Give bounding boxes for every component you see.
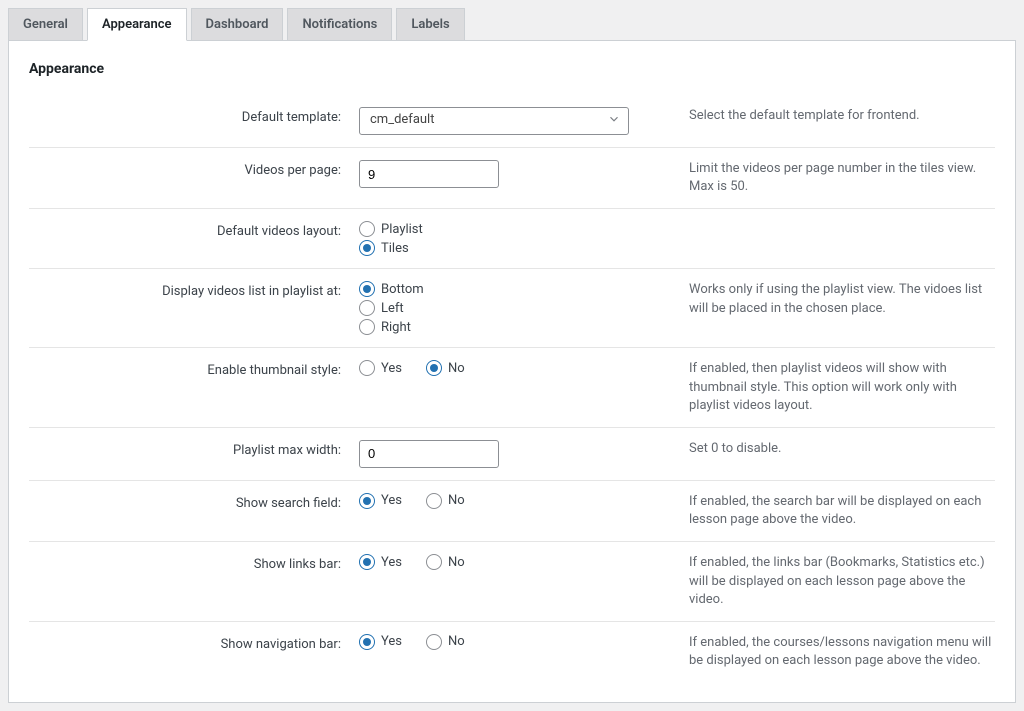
show-search-desc: If enabled, the search bar will be displ…: [659, 493, 995, 529]
display-list-at-desc: Works only if using the playlist view. T…: [659, 281, 995, 317]
listat-right-option[interactable]: Right: [359, 319, 659, 335]
search-yes-option[interactable]: Yes: [359, 493, 402, 509]
search-yes-text: Yes: [381, 493, 402, 508]
row-display-list-at: Display videos list in playlist at: Bott…: [29, 269, 995, 348]
appearance-panel: Appearance Default template: cm_default …: [8, 41, 1016, 703]
row-default-template: Default template: cm_default Select the …: [29, 95, 995, 148]
thumbnail-yes-text: Yes: [381, 361, 402, 376]
display-list-at-label: Display videos list in playlist at:: [29, 281, 359, 299]
settings-page: General Appearance Dashboard Notificatio…: [0, 0, 1024, 711]
enable-thumbnail-label: Enable thumbnail style:: [29, 360, 359, 378]
playlist-width-desc: Set 0 to disable.: [659, 440, 995, 458]
layout-tiles-option[interactable]: Tiles: [359, 240, 659, 256]
layout-tiles-text: Tiles: [381, 241, 409, 256]
show-search-label: Show search field:: [29, 493, 359, 511]
listat-left-radio[interactable]: [359, 300, 375, 316]
listat-bottom-option[interactable]: Bottom: [359, 281, 659, 297]
nav-yes-text: Yes: [381, 634, 402, 649]
playlist-width-input[interactable]: [359, 440, 499, 468]
nav-no-radio[interactable]: [426, 634, 442, 650]
listat-right-radio[interactable]: [359, 319, 375, 335]
nav-yes-option[interactable]: Yes: [359, 634, 402, 650]
thumbnail-yes-radio[interactable]: [359, 360, 375, 376]
thumbnail-no-radio[interactable]: [426, 360, 442, 376]
panel-title: Appearance: [29, 61, 995, 77]
nav-no-text: No: [448, 634, 465, 649]
listat-right-text: Right: [381, 320, 411, 335]
tab-labels[interactable]: Labels: [396, 8, 464, 40]
nav-yes-radio[interactable]: [359, 634, 375, 650]
row-show-search: Show search field: Yes No If enabled, th…: [29, 481, 995, 542]
row-show-links: Show links bar: Yes No If enabled, the l…: [29, 542, 995, 622]
show-links-desc: If enabled, the links bar (Bookmarks, St…: [659, 554, 995, 609]
tab-dashboard[interactable]: Dashboard: [191, 8, 284, 40]
links-yes-text: Yes: [381, 555, 402, 570]
row-default-layout: Default videos layout: Playlist Tiles: [29, 209, 995, 269]
search-no-option[interactable]: No: [426, 493, 465, 509]
links-no-option[interactable]: No: [426, 554, 465, 570]
row-show-nav: Show navigation bar: Yes No If enabled, …: [29, 622, 995, 682]
row-enable-thumbnail: Enable thumbnail style: Yes No If enable…: [29, 348, 995, 428]
layout-playlist-option[interactable]: Playlist: [359, 221, 659, 237]
listat-bottom-text: Bottom: [381, 282, 424, 297]
videos-per-page-label: Videos per page:: [29, 160, 359, 178]
enable-thumbnail-desc: If enabled, then playlist videos will sh…: [659, 360, 995, 415]
row-playlist-width: Playlist max width: Set 0 to disable.: [29, 428, 995, 481]
tab-appearance[interactable]: Appearance: [87, 8, 187, 41]
search-yes-radio[interactable]: [359, 493, 375, 509]
default-template-select[interactable]: cm_default: [359, 107, 629, 135]
default-template-label: Default template:: [29, 107, 359, 125]
default-layout-label: Default videos layout:: [29, 221, 359, 239]
default-template-desc: Select the default template for frontend…: [659, 107, 995, 125]
tabs-bar: General Appearance Dashboard Notificatio…: [8, 8, 1016, 41]
show-links-label: Show links bar:: [29, 554, 359, 572]
thumbnail-no-option[interactable]: No: [426, 360, 465, 376]
layout-playlist-radio[interactable]: [359, 221, 375, 237]
show-nav-desc: If enabled, the courses/lessons navigati…: [659, 634, 995, 670]
listat-bottom-radio[interactable]: [359, 281, 375, 297]
listat-left-option[interactable]: Left: [359, 300, 659, 316]
listat-left-text: Left: [381, 301, 404, 316]
layout-tiles-radio[interactable]: [359, 240, 375, 256]
thumbnail-no-text: No: [448, 361, 465, 376]
layout-playlist-text: Playlist: [381, 222, 423, 237]
search-no-radio[interactable]: [426, 493, 442, 509]
tab-general[interactable]: General: [8, 8, 83, 40]
videos-per-page-desc: Limit the videos per page number in the …: [659, 160, 995, 196]
thumbnail-yes-option[interactable]: Yes: [359, 360, 402, 376]
links-no-text: No: [448, 555, 465, 570]
links-yes-radio[interactable]: [359, 554, 375, 570]
links-no-radio[interactable]: [426, 554, 442, 570]
row-videos-per-page: Videos per page: Limit the videos per pa…: [29, 148, 995, 209]
links-yes-option[interactable]: Yes: [359, 554, 402, 570]
search-no-text: No: [448, 493, 465, 508]
show-nav-label: Show navigation bar:: [29, 634, 359, 652]
playlist-width-label: Playlist max width:: [29, 440, 359, 458]
videos-per-page-input[interactable]: [359, 160, 499, 188]
tab-notifications[interactable]: Notifications: [287, 8, 392, 40]
nav-no-option[interactable]: No: [426, 634, 465, 650]
